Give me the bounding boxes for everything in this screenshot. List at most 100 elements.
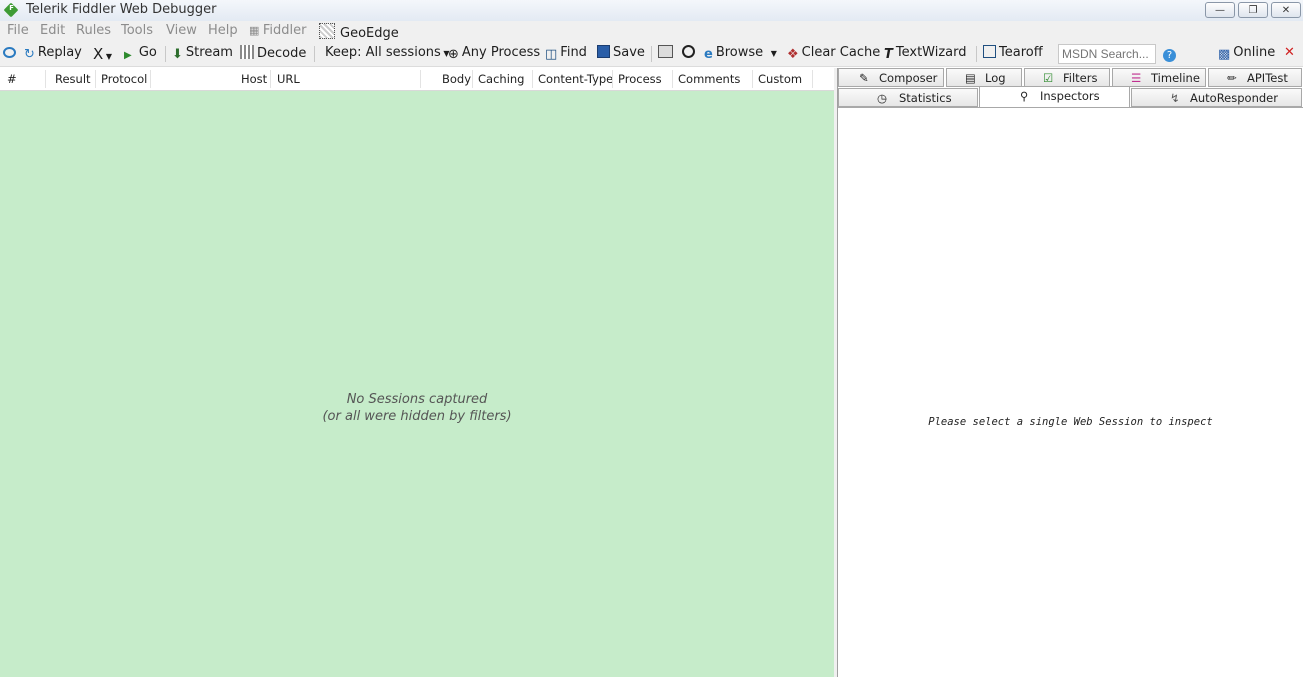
inspectors-empty-message: Please select a single Web Session to in… [928,416,1213,428]
browse-button[interactable]: e Browse ▼ [704,45,777,62]
stopwatch-icon: ◷ [877,91,888,105]
right-pane: ✎ Composer ▤ Log ☑ Filters ☰ Timeline ✏ … [838,68,1303,677]
minimize-button[interactable]: — [1205,2,1235,18]
menu-geoedge[interactable]: GeoEdge [319,23,399,41]
tab-timeline-label: Timeline [1151,71,1200,85]
menu-fiddler-label: Fiddler [262,23,307,38]
tab-composer[interactable]: ✎ Composer [838,68,944,87]
decode-grid-icon [240,45,254,59]
empty-sessions-line1: No Sessions captured [346,392,488,407]
menu-view[interactable]: View [166,23,197,38]
tab-statistics[interactable]: ◷ Statistics [838,88,978,107]
menu-edit[interactable]: Edit [40,23,65,38]
replay-button[interactable]: ↻ Replay [24,45,82,62]
tab-composer-label: Composer [879,71,938,85]
eraser-icon: ❖ [787,47,799,62]
stopwatch-icon [682,45,695,58]
online-label: Online [1233,45,1276,60]
log-doc-icon: ▤ [965,71,976,85]
close-button[interactable]: ✕ [1271,2,1301,18]
camera-icon [658,45,673,58]
online-status[interactable]: ▩ Online [1218,45,1275,62]
tab-statistics-label: Statistics [899,91,952,105]
close-toolbar-icon[interactable]: ✕ [1284,45,1295,60]
tab-autoresponder[interactable]: ↯ AutoResponder [1131,88,1302,107]
empty-sessions-line2: (or all were hidden by filters) [322,409,512,424]
menu-file[interactable]: File [7,23,29,38]
pencil-doc-icon: ✎ [859,71,869,85]
chevron-down-icon: ▼ [103,52,112,61]
timeline-icon: ☰ [1131,71,1142,85]
col-url[interactable]: URL [277,72,300,86]
stream-arrow-icon: ⬇ [172,47,183,62]
tab-apitest[interactable]: ✏ APITest [1208,68,1302,87]
textwizard-label: TextWizard [895,45,967,60]
tab-inspectors-label: Inspectors [1040,89,1100,103]
tab-timeline[interactable]: ☰ Timeline [1112,68,1206,87]
lightning-icon: ↯ [1170,91,1180,105]
clear-cache-button[interactable]: ❖ Clear Cache [787,45,880,62]
stream-label: Stream [185,45,233,60]
col-caching[interactable]: Caching [478,72,524,86]
col-number[interactable]: # [7,72,17,86]
help-button[interactable]: ? [1163,45,1179,62]
menu-fiddler[interactable]: ▦ Fiddler [249,23,307,38]
fiddler-app-icon: F [3,2,19,18]
tab-log[interactable]: ▤ Log [946,68,1022,87]
menu-rules[interactable]: Rules [76,23,111,38]
session-list[interactable]: # Result Protocol Host URL Body Caching … [0,68,835,677]
tearoff-button[interactable]: Tearoff [983,45,1043,60]
restore-button[interactable]: ❐ [1238,2,1268,18]
keep-sessions-label: Keep: All sessions [325,45,441,60]
col-host[interactable]: Host [241,72,267,86]
chevron-down-icon: ▼ [763,49,777,58]
clear-cache-label: Clear Cache [801,45,881,60]
screenshot-button[interactable] [658,45,676,60]
replay-label: Replay [37,45,82,60]
tearoff-icon [983,45,996,58]
tab-filters-label: Filters [1063,71,1098,85]
col-content-type[interactable]: Content-Type [538,72,613,86]
col-result[interactable]: Result [55,72,91,86]
menu-tools[interactable]: Tools [121,23,153,38]
checkbox-icon: ☑ [1043,71,1054,85]
tab-inspectors[interactable]: ⚲ Inspectors [979,86,1130,108]
tab-filters[interactable]: ☑ Filters [1024,68,1110,87]
col-custom[interactable]: Custom [758,72,802,86]
col-comments[interactable]: Comments [678,72,740,86]
tab-autoresponder-label: AutoResponder [1190,91,1278,105]
binoculars-icon: ◫ [545,47,558,62]
msdn-search-input[interactable] [1058,44,1156,64]
play-icon: ▶ [124,50,132,61]
col-protocol[interactable]: Protocol [101,72,147,86]
tab-apitest-label: APITest [1247,71,1288,85]
stream-button[interactable]: ⬇ Stream [172,45,233,62]
col-body[interactable]: Body [442,72,471,86]
remove-button[interactable]: X ▼ [93,45,112,63]
save-button[interactable]: Save [597,45,645,60]
go-button[interactable]: ▶ Go [124,45,157,61]
remove-label: X [93,45,104,63]
save-label: Save [613,45,645,60]
decode-label: Decode [257,46,307,61]
tearoff-label: Tearoff [999,45,1043,60]
menu-help[interactable]: Help [208,23,238,38]
magnifier-icon: ⚲ [1020,89,1029,103]
apitest-pencil-icon: ✏ [1227,71,1237,85]
replay-icon: ↻ [24,47,35,62]
crosshair-icon: ⊕ [448,47,459,62]
find-label: Find [560,45,587,60]
tab-log-label: Log [985,71,1006,85]
menu-bar: File Edit Rules Tools View Help ▦ Fiddle… [0,21,1303,42]
timer-button[interactable] [682,45,698,60]
find-button[interactable]: ◫ Find [545,45,587,62]
geoedge-icon [319,23,335,39]
textwizard-button[interactable]: T TextWizard [884,45,967,62]
decode-button[interactable]: Decode [240,45,306,61]
any-process-button[interactable]: ⊕ Any Process [448,45,540,62]
save-icon [597,45,610,58]
col-process[interactable]: Process [618,72,662,86]
any-process-label: Any Process [461,45,541,60]
comment-button[interactable] [3,45,19,60]
keep-sessions-dropdown[interactable]: Keep: All sessions ▼ [325,45,449,60]
